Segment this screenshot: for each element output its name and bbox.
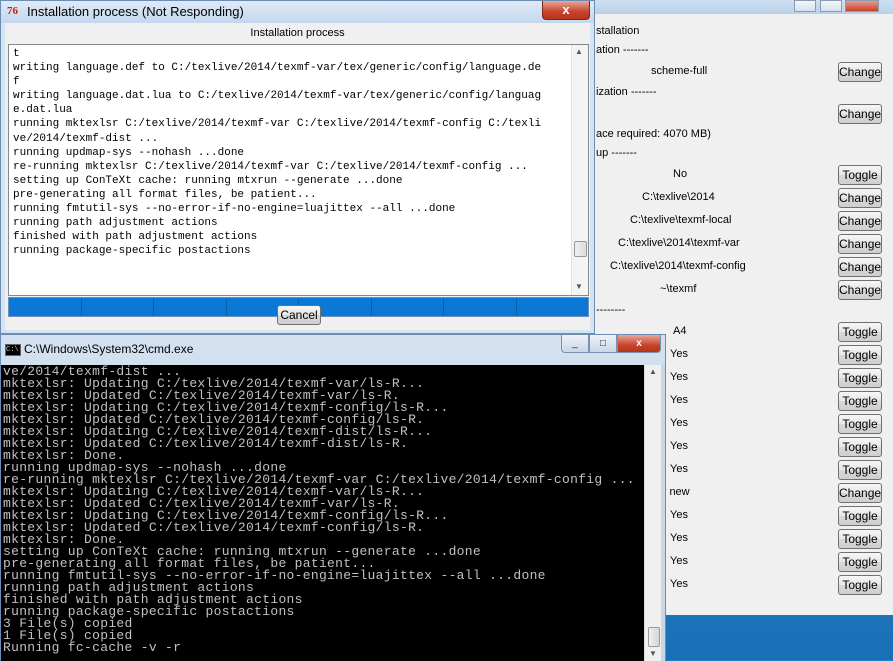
toggle-button[interactable]: Toggle — [838, 575, 882, 595]
title-bar: 76 Installation process (Not Responding)… — [1, 1, 594, 23]
progress-segment — [517, 298, 589, 316]
option-value: Yes — [670, 371, 688, 383]
options-title-bar — [561, 0, 893, 14]
cmd-window: C:\ C:\Windows\System32\cmd.exe _ □ x ve… — [0, 334, 666, 661]
scroll-down-arrow-icon[interactable]: ▼ — [649, 649, 657, 658]
cancel-button[interactable]: Cancel — [277, 305, 321, 325]
option-value: ization ------- — [596, 86, 657, 98]
option-value: C:\texlive\2014\texmf-config — [610, 260, 746, 272]
change-button[interactable]: Change — [838, 62, 882, 82]
scroll-thumb[interactable] — [574, 241, 587, 257]
option-value: ation ------- — [596, 44, 649, 56]
minimize-button[interactable]: _ — [561, 335, 589, 353]
change-button[interactable]: Change — [838, 234, 882, 254]
option-value: Yes — [670, 440, 688, 452]
console-text: ve/2014/texmf-dist ... mktexlsr: Updatin… — [3, 365, 635, 655]
toggle-button[interactable]: Toggle — [838, 322, 882, 342]
option-value: Yes — [670, 555, 688, 567]
toggle-button[interactable]: Toggle — [838, 437, 882, 457]
change-button[interactable]: Change — [838, 483, 882, 503]
scroll-down-arrow-icon[interactable]: ▼ — [575, 282, 583, 291]
option-value: Yes — [670, 532, 688, 544]
change-button[interactable]: Change — [838, 104, 882, 124]
option-value: C:\texlive\2014\texmf-var — [618, 237, 740, 249]
option-value: -------- — [596, 304, 626, 316]
install-log: t writing language.def to C:/texlive/201… — [8, 44, 589, 296]
minimize-button[interactable] — [794, 0, 816, 12]
option-value: Yes — [670, 394, 688, 406]
option-value: Yes — [670, 578, 688, 590]
install-log-text: t writing language.def to C:/texlive/201… — [13, 48, 542, 258]
change-button[interactable]: Change — [838, 211, 882, 231]
progress-segment — [154, 298, 227, 316]
option-value: C:\texlive\texmf-local — [630, 214, 732, 226]
tex-live-icon: 76 — [7, 5, 18, 17]
console-scrollbar[interactable]: ▲ ▼ — [644, 365, 662, 661]
maximize-button[interactable]: □ — [589, 335, 617, 353]
toggle-button[interactable]: Toggle — [838, 368, 882, 388]
toggle-button[interactable]: Toggle — [838, 529, 882, 549]
option-value: ~\texmf — [660, 283, 697, 295]
toggle-button[interactable]: Toggle — [838, 414, 882, 434]
scroll-up-arrow-icon[interactable]: ▲ — [575, 47, 583, 56]
option-value: up ------- — [596, 147, 637, 159]
change-button[interactable]: Change — [838, 257, 882, 277]
toggle-button[interactable]: Toggle — [838, 552, 882, 572]
option-value: scheme-full — [651, 65, 708, 77]
installation-process-window: 76 Installation process (Not Responding)… — [0, 0, 595, 334]
progress-segment — [444, 298, 517, 316]
close-button[interactable] — [845, 0, 879, 12]
option-value: Yes — [670, 463, 688, 475]
cmd-window-title: C:\Windows\System32\cmd.exe — [24, 342, 194, 356]
close-button[interactable]: x — [542, 1, 590, 20]
toggle-button[interactable]: Toggle — [838, 165, 882, 185]
log-header: Installation process — [250, 27, 345, 39]
option-value: Yes — [670, 509, 688, 521]
console-output[interactable]: ve/2014/texmf-dist ... mktexlsr: Updatin… — [1, 365, 644, 661]
progress-segment — [9, 298, 82, 316]
window-controls: _ □ x — [561, 335, 661, 353]
toggle-button[interactable]: Toggle — [838, 345, 882, 365]
scroll-thumb[interactable] — [648, 627, 660, 647]
maximize-button[interactable] — [820, 0, 842, 12]
change-button[interactable]: Change — [838, 280, 882, 300]
close-button[interactable]: x — [617, 335, 661, 353]
option-value: Yes — [670, 348, 688, 360]
change-button[interactable]: Change — [838, 188, 882, 208]
option-value: A4 — [673, 325, 687, 337]
window-title: Installation process (Not Responding) — [27, 4, 244, 19]
toggle-button[interactable]: Toggle — [838, 460, 882, 480]
option-value: No — [673, 168, 688, 180]
option-value: C:\texlive\2014 — [642, 191, 715, 203]
option-value: Yes — [670, 417, 688, 429]
option-value: stallation — [596, 25, 640, 37]
progress-segment — [82, 298, 154, 316]
log-scrollbar[interactable]: ▲ ▼ — [571, 45, 588, 295]
scroll-up-arrow-icon[interactable]: ▲ — [649, 367, 657, 376]
window-border — [661, 365, 665, 661]
toggle-button[interactable]: Toggle — [838, 506, 882, 526]
cmd-icon: C:\ — [5, 344, 21, 356]
progress-segment — [372, 298, 444, 316]
window-client-area: Installation process t writing language.… — [5, 23, 590, 330]
option-value: ace required: 4070 MB) — [596, 128, 711, 140]
toggle-button[interactable]: Toggle — [838, 391, 882, 411]
